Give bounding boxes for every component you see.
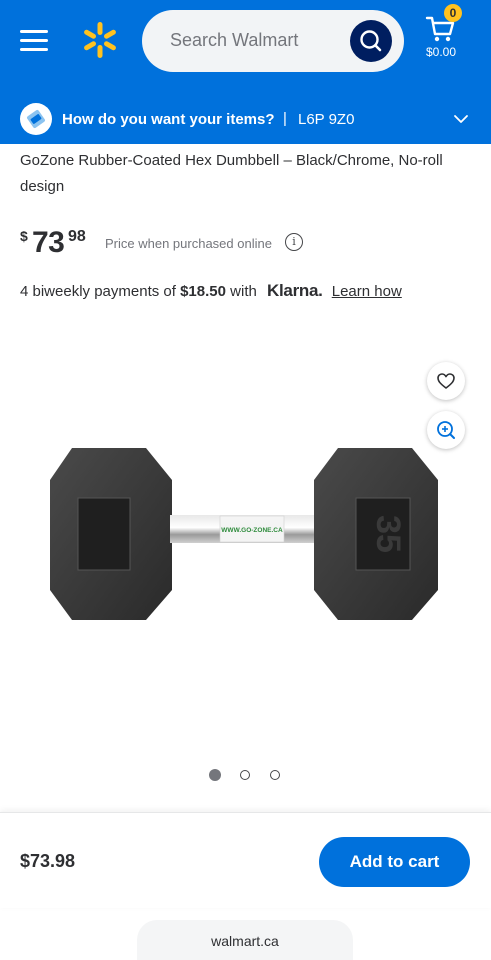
delivery-separator: | [283,110,287,127]
delivery-question: How do you want your items? [62,111,275,128]
pagination-dot[interactable] [270,770,280,780]
bottom-price: $73.98 [20,851,76,871]
bottom-bar: $73.98 Add to cart [0,812,491,908]
cart-total: $0.00 [426,45,457,59]
weight-mark: 35 [369,515,407,553]
spark-logo-icon[interactable] [80,20,120,60]
learn-how-link[interactable]: Learn how [332,283,402,300]
cart-count-badge: 0 [444,4,462,22]
cart-button[interactable]: 0 $0.00 [422,4,482,64]
handle-label: WWW.GO-ZONE.CA [221,527,283,534]
url-text: walmart.ca [211,933,279,949]
price-currency: $ [20,228,28,244]
price-cents: 98 [68,228,86,245]
info-icon[interactable]: i [285,233,303,251]
search-input[interactable]: Search Walmart [142,10,404,72]
product-title: GoZone Rubber-Coated Hex Dumbbell – Blac… [20,152,443,195]
dumbbell-right-head: 35 [314,448,438,620]
add-to-cart-button[interactable]: Add to cart [319,837,470,887]
browser-url-bar[interactable]: walmart.ca [137,920,353,960]
heart-icon [437,373,455,389]
dumbbell-left-head [50,448,172,620]
price-note: Price when purchased online [105,236,272,251]
delivery-selector[interactable]: How do you want your items? | L6P 9Z0 [0,94,491,144]
dumbbell-handle: WWW.GO-ZONE.CA [170,515,320,543]
postal-code: L6P 9Z0 [298,111,355,128]
klarna-prefix: 4 biweekly payments of [20,283,176,300]
chevron-down-icon [454,115,468,123]
klarna-logo: Klarna. [267,281,323,300]
favorite-button[interactable] [427,362,465,400]
header: Search Walmart 0 $0.00 [0,0,491,94]
product-image[interactable]: WWW.GO-ZONE.CA 35 [40,440,450,630]
delivery-icon [20,103,52,135]
klarna-amount: $18.50 [180,283,226,300]
search-placeholder: Search Walmart [170,30,299,50]
pagination-dot[interactable] [209,769,221,781]
search-icon [360,30,382,52]
price-dollars: 73 [32,226,65,259]
pagination-dot[interactable] [240,770,250,780]
menu-icon[interactable] [20,28,50,54]
search-button[interactable] [350,20,392,62]
klarna-offer: 4 biweekly payments of $18.50 with Klarn… [20,281,402,301]
klarna-with: with [230,283,257,300]
